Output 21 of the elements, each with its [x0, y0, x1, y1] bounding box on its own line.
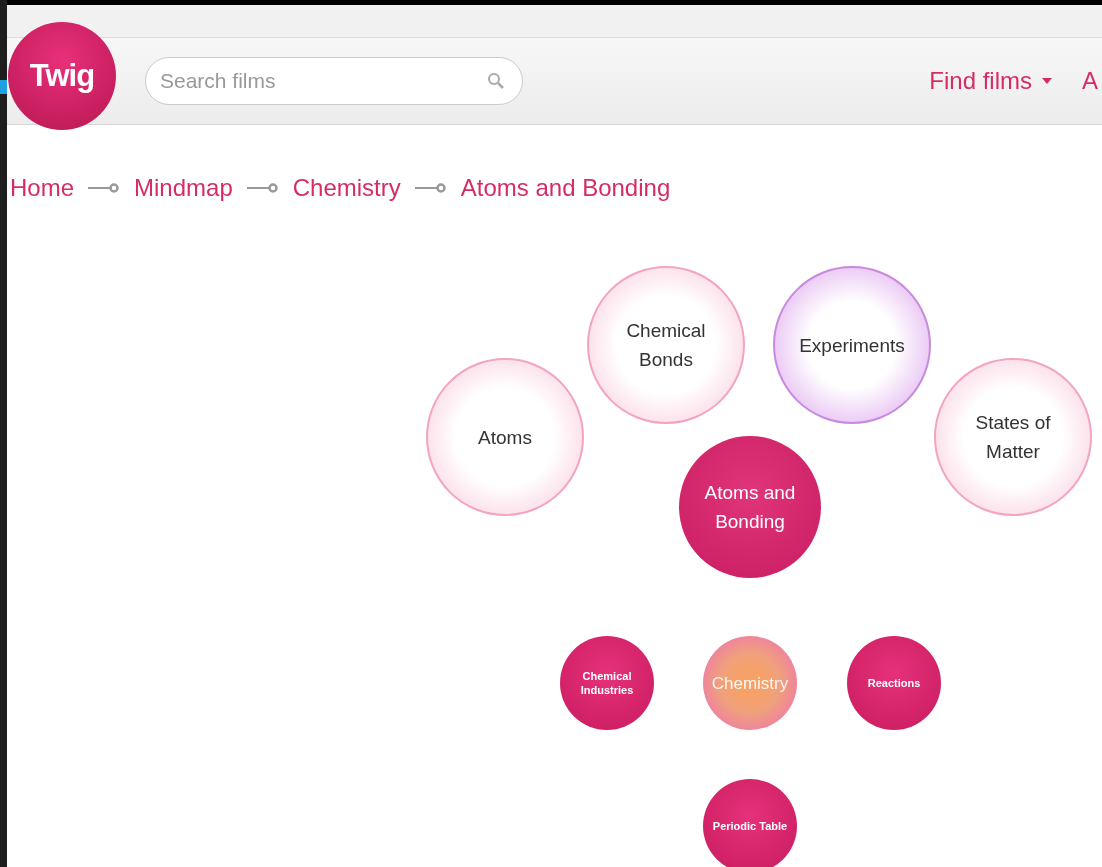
separator-icon: [414, 183, 447, 193]
mindmap-node[interactable]: Chemical Industries: [560, 636, 654, 730]
logo[interactable]: Twig: [8, 22, 116, 130]
search-icon: [487, 72, 505, 90]
mindmap-node[interactable]: Atoms: [426, 358, 584, 516]
mindmap-node[interactable]: States of Matter: [934, 358, 1092, 516]
search-field[interactable]: Search films: [145, 57, 523, 105]
mindmap-node[interactable]: Reactions: [847, 636, 941, 730]
nav-link[interactable]: A: [1082, 67, 1098, 95]
separator-icon: [88, 183, 121, 193]
caret-icon: [1042, 78, 1052, 84]
breadcrumb-link[interactable]: Atoms and Bonding: [460, 174, 671, 202]
mindmap-node[interactable]: Chemical Bonds: [587, 266, 745, 424]
breadcrumb-link[interactable]: Chemistry: [292, 174, 401, 202]
breadcrumb-link[interactable]: Mindmap: [134, 174, 233, 202]
nav-link[interactable]: Find films: [929, 67, 1052, 95]
separator-icon: [246, 183, 279, 193]
mindmap-node[interactable]: Experiments: [773, 266, 931, 424]
mindmap-node[interactable]: Atoms and Bonding: [679, 436, 821, 578]
breadcrumb-link[interactable]: Home: [10, 174, 75, 202]
mindmap-node[interactable]: Periodic Table: [703, 779, 797, 867]
